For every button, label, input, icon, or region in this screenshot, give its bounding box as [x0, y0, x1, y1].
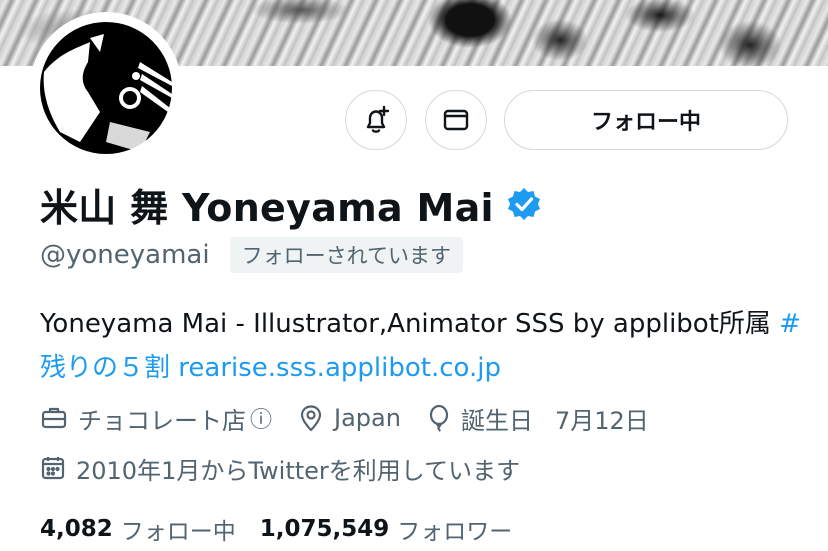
name-row: 米山 舞 Yoneyama Mai	[40, 178, 542, 230]
bell-plus-icon	[360, 104, 392, 136]
message-button[interactable]	[425, 90, 487, 150]
category-label: チョコレート店	[78, 406, 246, 435]
display-name: 米山 舞 Yoneyama Mai	[40, 185, 494, 230]
professional-category: チョコレート店 ⓘ	[40, 401, 272, 436]
verified-badge-icon[interactable]	[506, 186, 542, 222]
joined-date: 2010年1月からTwitterを利用しています	[40, 451, 520, 486]
user-handle: @yoneyamai	[40, 240, 210, 270]
followers-count-link[interactable]: 1,075,549 フォロワー	[260, 512, 537, 546]
bio-website-link[interactable]: rearise.sss.applibot.co.jp	[178, 353, 501, 383]
notify-button[interactable]	[345, 90, 407, 150]
followers-count-label: フォロワー	[397, 519, 513, 545]
profile-meta-row: チョコレート店 ⓘ Japan 誕生日 7月12日	[40, 400, 675, 436]
joined-row: 2010年1月からTwitterを利用しています	[40, 450, 546, 486]
location-pin-icon	[298, 404, 324, 432]
joined-label: 2010年1月からTwitterを利用しています	[76, 456, 521, 485]
profile-bio: Yoneyama Mai - Illustrator,Animator SSS …	[40, 302, 810, 390]
location: Japan	[298, 404, 401, 432]
following-button[interactable]: フォロー中	[504, 90, 788, 150]
avatar[interactable]	[30, 12, 182, 164]
envelope-icon	[441, 105, 471, 135]
follow-counts: 4,082 フォロー中 1,075,549 フォロワー	[40, 512, 536, 546]
calendar-icon	[40, 454, 66, 482]
following-count: 4,082	[40, 516, 113, 542]
birthday: 誕生日 7月12日	[427, 401, 649, 436]
briefcase-icon	[40, 404, 68, 432]
handle-row: @yoneyamai フォローされています	[40, 236, 463, 274]
info-icon[interactable]: ⓘ	[250, 402, 272, 434]
following-button-label: フォロー中	[590, 110, 701, 135]
bio-text: Yoneyama Mai - Illustrator,Animator SSS …	[40, 309, 780, 339]
followers-count: 1,075,549	[259, 516, 390, 542]
location-label: Japan	[334, 404, 401, 432]
following-count-label: フォロー中	[120, 519, 236, 545]
following-count-link[interactable]: 4,082 フォロー中	[40, 512, 260, 546]
balloon-icon	[427, 404, 451, 432]
birthday-date: 7月12日	[554, 406, 649, 435]
birthday-label: 誕生日	[460, 406, 533, 435]
follows-you-badge: フォローされています	[229, 237, 463, 273]
